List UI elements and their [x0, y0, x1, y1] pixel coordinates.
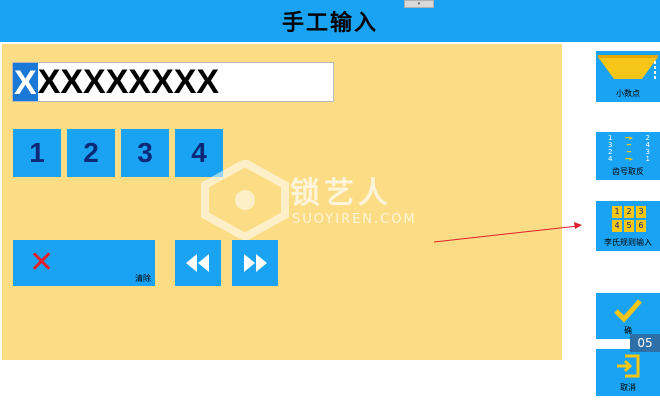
page-title: 手工输入	[281, 11, 378, 36]
exit-icon	[617, 354, 640, 378]
rule-input-button[interactable]: 1 2 3 4 5 6 李氏规则输入	[596, 201, 660, 251]
key-2-button[interactable]: 2	[67, 129, 115, 177]
reverse-numbers-icon: 1 ━▸ 2 3 ━ 4 2 ━ 3 4 ━▸ 1	[608, 134, 650, 163]
clear-button-label: 清除	[135, 274, 151, 283]
cancel-label: 取消	[620, 383, 636, 392]
clear-button[interactable]: ✕ 清除	[13, 240, 155, 286]
key-1-button[interactable]: 1	[13, 129, 61, 177]
dropdown-handle[interactable]: ▾	[404, 0, 434, 8]
key-3-button[interactable]: 3	[121, 129, 169, 177]
move-left-button[interactable]	[175, 240, 221, 286]
input-text: XXXXXXXX	[37, 63, 220, 101]
cursor-character: X	[13, 63, 38, 102]
fast-forward-icon	[244, 254, 267, 272]
reverse-cut-button[interactable]: 1 ━▸ 2 3 ━ 4 2 ━ 3 4 ━▸ 1 齿号取反	[596, 132, 660, 180]
title-bar: 手工输入	[0, 0, 660, 42]
checkmark-icon	[614, 299, 642, 323]
key-4-button[interactable]: 4	[175, 129, 223, 177]
number-grid-icon: 1 2 3 4 5 6	[612, 206, 646, 232]
rewind-icon	[186, 254, 209, 272]
rule-input-label: 李氏规则输入	[604, 238, 652, 247]
input-panel: X XXXXXXXX 1 2 3 4 ✕ 清除	[2, 44, 562, 360]
confirm-button[interactable]: 确	[596, 293, 660, 339]
watermark-text: 锁艺人	[290, 176, 392, 211]
watermark-subtext: SUOYIREN.COM	[292, 212, 417, 227]
cancel-button[interactable]: 取消	[596, 349, 660, 396]
clear-x-icon: ✕	[29, 245, 55, 280]
move-right-button[interactable]	[232, 240, 278, 286]
decimal-point-icon	[598, 55, 658, 79]
reverse-cut-label: 齿号取反	[612, 167, 644, 176]
decimal-point-label: 小数点	[616, 89, 640, 98]
code-input-field[interactable]: X XXXXXXXX	[12, 62, 334, 102]
time-badge: 05	[630, 334, 660, 352]
decimal-point-button[interactable]: 小数点	[596, 51, 660, 102]
